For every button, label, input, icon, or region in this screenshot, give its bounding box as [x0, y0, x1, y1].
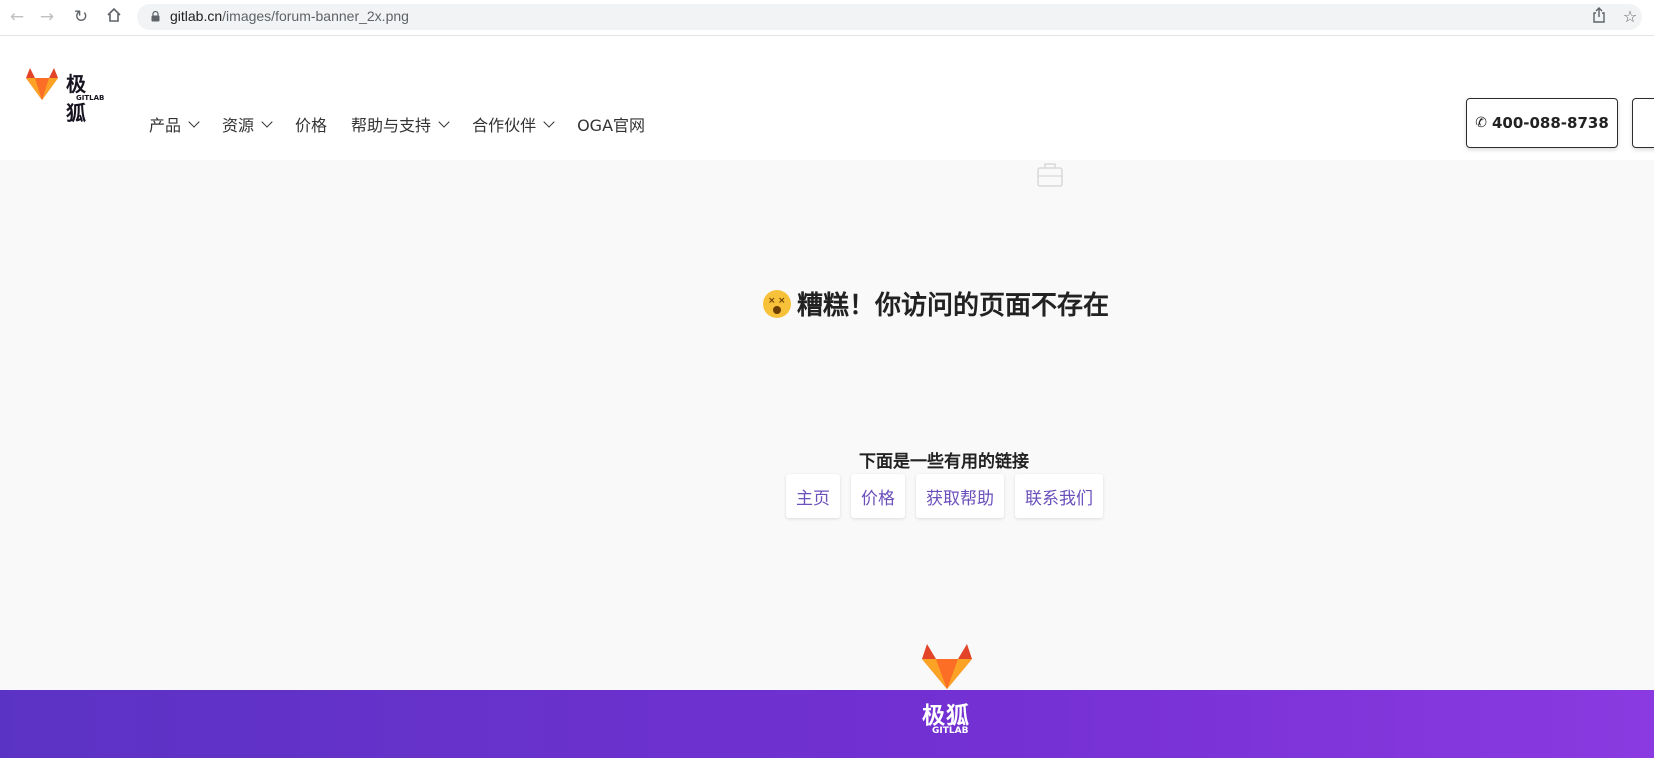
links-caption: 下面是一些有用的链接	[859, 452, 1029, 472]
phone-icon: ✆	[1475, 115, 1487, 131]
footer-fox-logo-icon	[922, 644, 972, 689]
chevron-down-icon	[188, 115, 200, 128]
nav-item-support[interactable]: 帮助与支持	[351, 112, 450, 136]
site-header	[0, 36, 1654, 160]
dizzy-face-icon: × ×	[763, 289, 791, 318]
nav-item-oga[interactable]: OGA官网	[577, 112, 645, 136]
link-pricing[interactable]: 价格	[851, 474, 905, 518]
forward-arrow-icon[interactable]: →	[36, 6, 58, 28]
url-text: gitlab.cn/images/forum-banner_2x.png	[170, 8, 409, 24]
error-title-text: 糟糕！你访问的页面不存在	[797, 291, 1110, 321]
nav-label: 价格	[295, 116, 328, 135]
home-icon[interactable]	[103, 6, 125, 28]
url-host: gitlab.cn	[170, 8, 223, 24]
nav-item-partners[interactable]: 合作伙伴	[472, 112, 555, 136]
error-page-main: × × 糟糕！你访问的页面不存在 下面是一些有用的链接 主页 价格 获取帮助 联…	[0, 160, 1654, 690]
nav-item-pricing[interactable]: 价格	[295, 112, 327, 136]
header-secondary-button[interactable]	[1632, 98, 1654, 148]
link-get-help[interactable]: 获取帮助	[916, 474, 1004, 518]
nav-item-products[interactable]: 产品	[149, 112, 200, 136]
phone-number: 400-088-8738	[1491, 114, 1609, 132]
nav-label: 产品	[149, 116, 182, 135]
link-contact[interactable]: 联系我们	[1015, 474, 1103, 518]
fox-logo-icon	[26, 68, 58, 100]
url-path: /images/forum-banner_2x.png	[222, 8, 409, 24]
nav-label: 资源	[222, 116, 255, 135]
reload-icon[interactable]: ↻	[70, 6, 92, 28]
site-footer: 极狐 GITLAB	[0, 690, 1654, 758]
logo-text-en: GITLAB	[76, 94, 105, 102]
back-arrow-icon[interactable]: ←	[6, 6, 28, 28]
footer-logo-text-en: GITLAB	[932, 726, 969, 736]
footer-logo-text-cn: 极狐	[922, 703, 970, 729]
nav-label: 帮助与支持	[351, 116, 432, 135]
site-logo[interactable]: 极狐 GITLAB	[24, 66, 106, 125]
link-home[interactable]: 主页	[786, 474, 840, 518]
lock-icon	[151, 11, 160, 22]
chevron-down-icon	[261, 115, 273, 128]
chevron-down-icon	[438, 115, 450, 128]
share-icon[interactable]	[1589, 7, 1609, 27]
useful-links: 主页 价格 获取帮助 联系我们	[786, 474, 1114, 518]
nav-label: OGA官网	[577, 116, 646, 135]
nav-label: 合作伙伴	[472, 116, 537, 135]
chevron-down-icon	[543, 115, 555, 128]
nav-item-resources[interactable]: 资源	[222, 112, 273, 136]
browser-toolbar: ← → ↻ gitlab.cn/images/forum-banner_2x.p…	[0, 0, 1654, 36]
phone-button[interactable]: ✆ 400-088-8738	[1466, 98, 1618, 148]
star-icon[interactable]: ☆	[1620, 7, 1640, 27]
bag-illustration-icon	[1037, 163, 1063, 187]
error-title: × × 糟糕！你访问的页面不存在	[763, 285, 1109, 322]
address-bar[interactable]: gitlab.cn/images/forum-banner_2x.png ☆	[137, 4, 1642, 30]
main-nav: 产品 资源 价格 帮助与支持 合作伙伴 OGA官网	[149, 110, 669, 138]
